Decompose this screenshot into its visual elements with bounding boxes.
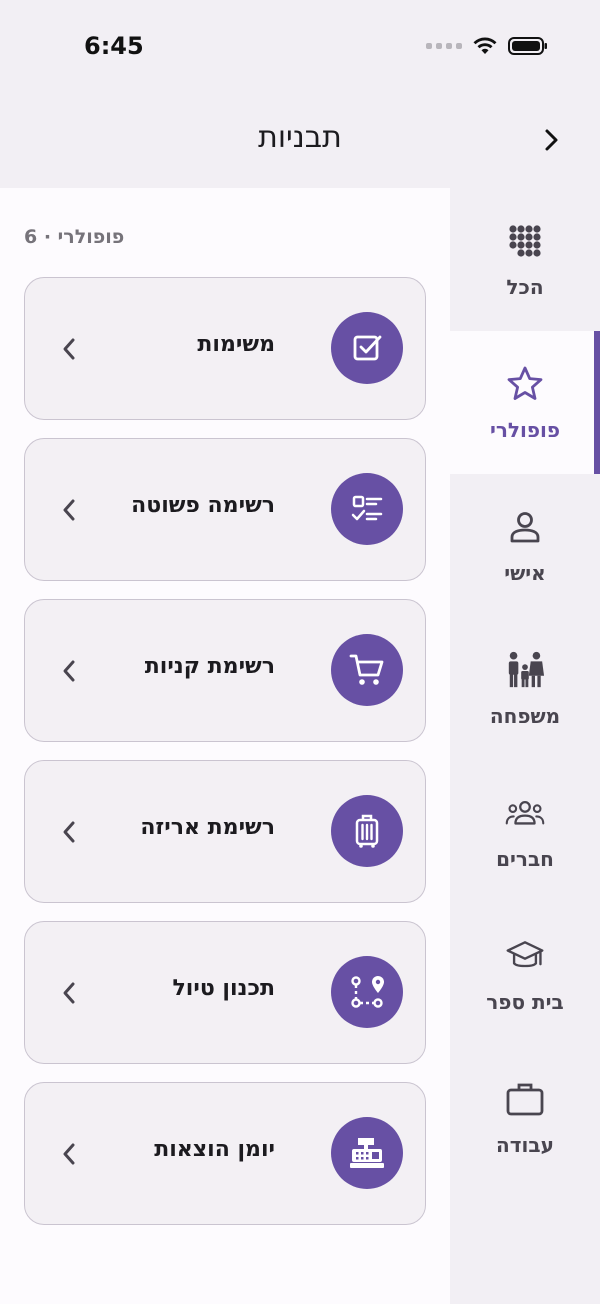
checkbox-icon [331,312,403,384]
template-label: רשימה פשוטה [131,493,275,518]
sidebar-item-work[interactable]: עבודה [450,1046,600,1189]
sidebar-item-label: פופולרי [489,417,561,442]
sidebar-item-friends[interactable]: חברים [450,760,600,903]
back-button[interactable] [538,126,566,154]
luggage-icon [331,795,403,867]
school-icon [505,936,545,976]
template-label: משימות [197,332,275,357]
sidebar-item-label: הכל [506,274,544,299]
page-title: תבניות [258,120,342,155]
template-label: רשימת קניות [144,654,275,679]
route-icon [331,956,403,1028]
status-time: 6:45 [84,32,144,60]
chevron-left-icon [63,821,75,843]
person-icon [505,507,545,547]
template-label: יומן הוצאות [154,1137,275,1162]
wifi-icon [473,37,497,54]
checklist-icon [331,473,403,545]
status-bar: 6:45 [0,0,600,96]
app-header: תבניות [0,96,600,188]
chevron-left-icon [63,338,75,360]
template-card-simple-list[interactable]: רשימה פשוטה [24,438,426,581]
sidebar-item-all[interactable]: הכל [450,188,600,331]
sidebar-item-label: בית ספר [486,989,564,1014]
sidebar-item-label: משפחה [489,703,561,728]
group-icon [505,793,545,833]
template-label: תכנון טיול [172,976,275,1001]
section-title: 6 · פופולרי [24,226,125,248]
category-sidebar: הכל פופולרי אישי משפחה חברים בית ספר עבו… [450,188,600,1304]
family-icon [505,650,545,690]
sidebar-item-personal[interactable]: אישי [450,474,600,617]
sidebar-item-label: חברים [496,846,554,871]
sidebar-item-label: עבודה [496,1132,554,1157]
star-icon [505,364,545,404]
sidebar-item-family[interactable]: משפחה [450,617,600,760]
briefcase-icon [505,1079,545,1119]
sidebar-item-popular[interactable]: פופולרי [450,331,600,474]
chevron-left-icon [63,982,75,1004]
shopping-cart-icon [331,634,403,706]
battery-icon [508,37,547,55]
template-card-trip-planning[interactable]: תכנון טיול [24,921,426,1064]
grid-dots-icon [505,221,545,261]
template-label: רשימת אריזה [140,815,275,840]
template-card-packing-list[interactable]: רשימת אריזה [24,760,426,903]
template-card-expense-log[interactable]: יומן הוצאות [24,1082,426,1225]
sidebar-item-label: אישי [504,560,546,585]
chevron-left-icon [63,660,75,682]
cellular-signal-icon [426,43,462,49]
chevron-left-icon [63,1143,75,1165]
chevron-left-icon [63,499,75,521]
chevron-right-icon [545,129,558,151]
sidebar-item-school[interactable]: בית ספר [450,903,600,1046]
template-card-shopping-list[interactable]: רשימת קניות [24,599,426,742]
template-card-tasks[interactable]: משימות [24,277,426,420]
status-icons [426,36,548,56]
cash-register-icon [331,1117,403,1189]
